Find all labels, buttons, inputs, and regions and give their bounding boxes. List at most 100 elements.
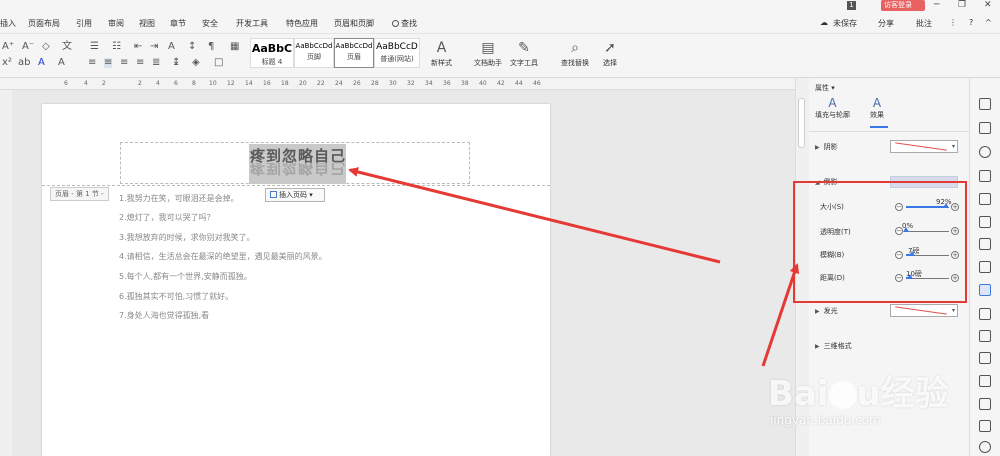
table-icon[interactable] bbox=[979, 216, 991, 228]
align-left-icon[interactable]: ≡ bbox=[88, 58, 96, 68]
more-icon[interactable]: ⋮ bbox=[949, 18, 957, 27]
style-name: 页脚 bbox=[307, 53, 321, 61]
style-heading4[interactable]: AaBbC 标题 4 bbox=[250, 38, 294, 68]
font-shrink-icon[interactable]: A⁻ bbox=[22, 42, 34, 52]
border-box-icon[interactable]: □ bbox=[214, 58, 223, 68]
tab-fill-outline[interactable]: A 填充与轮廓 bbox=[815, 96, 850, 120]
shadow-preset-select[interactable]: ▾ bbox=[890, 140, 958, 153]
ruler-number: 44 bbox=[515, 80, 523, 87]
minimize-icon[interactable]: ─ bbox=[934, 0, 939, 10]
section-shadow[interactable]: ▶ 阴影 bbox=[815, 142, 838, 152]
vertical-ruler[interactable] bbox=[0, 90, 12, 456]
font-color-icon[interactable]: A bbox=[38, 58, 45, 68]
find-replace-label: 查找替换 bbox=[561, 59, 589, 67]
grid-icon[interactable] bbox=[979, 238, 991, 250]
indent-increase-icon[interactable]: ⇥ bbox=[150, 42, 158, 52]
insert-page-number-button[interactable]: 插入页码 ▾ bbox=[265, 188, 325, 202]
export-icon[interactable] bbox=[979, 330, 991, 342]
scrollbar-thumb[interactable] bbox=[798, 98, 805, 148]
image-icon[interactable] bbox=[979, 398, 991, 410]
restore-icon[interactable]: ❐ bbox=[958, 0, 966, 10]
login-button[interactable]: 访客登录 bbox=[881, 0, 925, 11]
bullet-list-icon[interactable]: ☰ bbox=[90, 42, 99, 52]
body-line: 4.请相信，生活总会在最深的绝望里，遇见最美丽的风景。 bbox=[119, 252, 327, 261]
page-number-icon bbox=[270, 191, 277, 198]
menu-find[interactable]: 查找 bbox=[392, 18, 417, 29]
style-footer[interactable]: AaBbCcDd 页脚 bbox=[294, 38, 334, 68]
align-right-icon[interactable]: ≡ bbox=[120, 58, 128, 68]
style-normal-web[interactable]: AaBbCcD 普通(网站) bbox=[374, 38, 420, 68]
panel-divider bbox=[809, 131, 969, 132]
pointer-icon[interactable] bbox=[979, 122, 991, 134]
font-grow-icon[interactable]: A⁺ bbox=[2, 42, 14, 52]
dropdown-caret-icon: ▾ bbox=[951, 143, 955, 150]
superscript-icon[interactable]: x² bbox=[2, 58, 12, 68]
properties-icon[interactable] bbox=[979, 284, 991, 296]
chinese-layout-icon[interactable]: A bbox=[168, 42, 175, 52]
comment-label[interactable]: 批注 bbox=[916, 18, 932, 29]
history-icon[interactable] bbox=[979, 441, 991, 453]
pen-icon[interactable] bbox=[979, 98, 991, 110]
highlight-icon[interactable]: ab bbox=[18, 58, 30, 68]
layers-icon[interactable] bbox=[979, 193, 991, 205]
shading-icon[interactable]: ◈ bbox=[192, 58, 200, 68]
menu-special[interactable]: 特色应用 bbox=[286, 18, 318, 29]
show-marks-icon[interactable]: ¶ bbox=[208, 42, 214, 52]
fill-outline-icon: A bbox=[828, 96, 837, 110]
align-center-icon[interactable]: ≡ bbox=[104, 58, 113, 68]
section-glow[interactable]: ▶ 发光 bbox=[815, 306, 838, 316]
menu-developer[interactable]: 开发工具 bbox=[236, 18, 268, 29]
find-replace-button[interactable]: ⌕ 查找替换 bbox=[561, 40, 589, 68]
style-header[interactable]: AaBbCcDd 页眉 bbox=[334, 38, 374, 68]
distributed-icon[interactable]: ≣ bbox=[152, 58, 160, 68]
phonetic-icon[interactable]: 文 bbox=[62, 42, 72, 52]
char-shading-icon[interactable]: A bbox=[58, 58, 65, 68]
collapse-icon[interactable]: ^ bbox=[985, 18, 992, 27]
justify-icon[interactable]: ≡ bbox=[136, 58, 144, 68]
section-3d-format[interactable]: ▶ 三维格式 bbox=[815, 341, 852, 351]
share-node-icon[interactable] bbox=[979, 352, 991, 364]
menu-view[interactable]: 视图 bbox=[139, 18, 155, 29]
borders-icon[interactable]: ▦ bbox=[230, 42, 239, 52]
menu-chapter[interactable]: 章节 bbox=[170, 18, 186, 29]
location-icon[interactable] bbox=[979, 146, 991, 158]
horizontal-ruler[interactable]: 6 4 2 2 4 6 8 10 12 14 16 18 20 22 24 26… bbox=[0, 78, 795, 90]
text-tools-button[interactable]: ✎ 文字工具 bbox=[510, 40, 538, 68]
unsaved-label[interactable]: 未保存 bbox=[833, 18, 857, 29]
help-icon[interactable]: ? bbox=[969, 18, 973, 27]
cloud-icon[interactable]: ☁ bbox=[820, 18, 828, 27]
panel-title[interactable]: 属性 ▾ bbox=[815, 83, 835, 93]
menu-review[interactable]: 审阅 bbox=[108, 18, 124, 29]
chart-icon[interactable] bbox=[979, 261, 991, 273]
menu-security[interactable]: 安全 bbox=[202, 18, 218, 29]
shapes-icon[interactable] bbox=[979, 170, 991, 182]
line-spacing-icon[interactable]: ↨ bbox=[172, 58, 180, 68]
paw-icon bbox=[828, 381, 857, 409]
menu-references[interactable]: 引用 bbox=[76, 18, 92, 29]
glow-preset-select[interactable]: ▾ bbox=[890, 304, 958, 317]
list-icon[interactable] bbox=[979, 375, 991, 387]
select-label: 选择 bbox=[603, 59, 617, 67]
share-label[interactable]: 分享 bbox=[878, 18, 894, 29]
sort-icon[interactable]: ↕ bbox=[188, 42, 196, 52]
menu-page-layout[interactable]: 页面布局 bbox=[28, 18, 60, 29]
clear-format-icon[interactable]: ◇ bbox=[42, 42, 50, 52]
select-button[interactable]: ➚ 选择 bbox=[603, 40, 617, 68]
style-name: 标题 4 bbox=[261, 58, 283, 66]
ruler-number: 36 bbox=[443, 80, 451, 87]
tab-effects[interactable]: A 效果 bbox=[870, 96, 884, 120]
effects-icon: A bbox=[872, 96, 882, 110]
menu-insert[interactable]: 插入 bbox=[0, 18, 16, 29]
panel-title-label: 属性 bbox=[815, 84, 829, 92]
new-style-button[interactable]: A 新样式 bbox=[431, 40, 452, 68]
doc-helper-button[interactable]: ▤ 文档助手 bbox=[474, 40, 502, 68]
numbered-list-icon[interactable]: ☷ bbox=[112, 42, 121, 52]
close-icon[interactable]: ✕ bbox=[984, 0, 992, 10]
annotation-arrow-to-panel bbox=[761, 263, 800, 367]
indent-decrease-icon[interactable]: ⇤ bbox=[134, 42, 142, 52]
menu-header-footer[interactable]: 页眉和页脚 bbox=[334, 18, 374, 29]
header-text-reflection: 疼到忽略自己 bbox=[250, 163, 347, 177]
document-icon[interactable] bbox=[979, 308, 991, 320]
doc-helper-label: 文档助手 bbox=[474, 59, 502, 67]
calendar-icon[interactable] bbox=[979, 420, 991, 432]
